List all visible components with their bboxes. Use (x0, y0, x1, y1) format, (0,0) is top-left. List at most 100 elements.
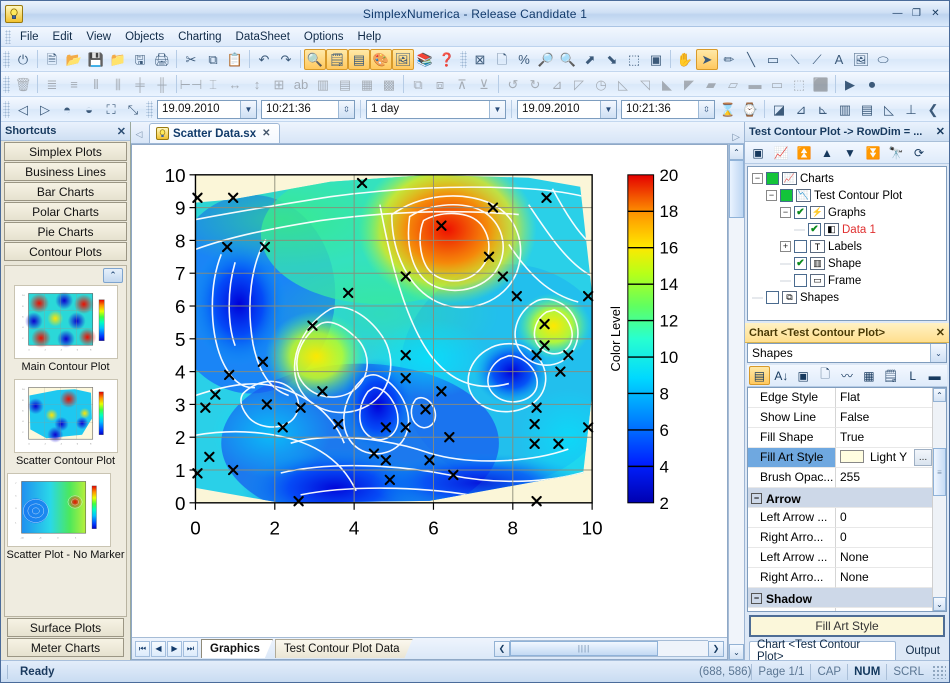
shortcut-meter-charts[interactable]: Meter Charts (7, 638, 124, 657)
property-editor-button[interactable]: ... (914, 449, 932, 466)
vscroll-track[interactable] (729, 160, 744, 644)
menu-objects[interactable]: Objects (118, 29, 171, 45)
property-selector-chevron-down-icon[interactable]: ⌄ (930, 344, 946, 362)
sheet-first-icon[interactable]: ⏮ (135, 640, 150, 657)
tree-node-frame[interactable]: ▭ Frame (750, 272, 944, 289)
power-icon[interactable]: ⏻ (12, 49, 34, 70)
pan-hand-icon[interactable]: ✋ (674, 49, 696, 70)
property-value[interactable]: False (836, 408, 932, 428)
menu-edit[interactable]: Edit (46, 29, 80, 45)
tree-node-shapes[interactable]: ⧉ Shapes (750, 289, 944, 306)
redo-icon[interactable]: ↷ (275, 49, 297, 70)
sheet-last-icon[interactable]: ⏭ (183, 640, 198, 657)
property-value[interactable]: True (836, 428, 932, 448)
vscroll-thumb[interactable] (729, 160, 744, 218)
polyline-tool-icon[interactable]: ⟍ (784, 49, 806, 70)
maximize-button[interactable]: ❐ (908, 6, 925, 21)
vscroll-up-icon[interactable]: ⌃ (729, 144, 744, 160)
image-insert-icon[interactable]: 🖼 (850, 49, 872, 70)
document-tab-scatter-data[interactable]: Scatter Data.sx ✕ (149, 123, 280, 143)
end-date-field[interactable]: 19.09.2010 ▼ (517, 99, 617, 119)
play-icon[interactable]: ▶ (839, 74, 861, 95)
property-scroll-thumb[interactable]: ≡ (933, 448, 946, 496)
zoom-time-icon[interactable]: ⌛ (717, 99, 739, 120)
tree-node-labels[interactable]: + T Labels (750, 238, 944, 255)
toolbar-grip-3b[interactable] (146, 100, 153, 118)
tree-panel-close-icon[interactable]: ✕ (936, 125, 945, 138)
property-row-right-arro[interactable]: Right Arro... None (748, 568, 932, 588)
thumbnail-scatter-no-marker[interactable]: 7531 -10 -5 0 5 Scatter Plot - No Marker (6, 473, 124, 565)
zoom-fit-icon[interactable]: ▣ (747, 143, 769, 162)
new-document-icon[interactable]: 🗎 (41, 49, 63, 70)
toolbar-grip-1b[interactable] (460, 50, 467, 68)
copy-icon[interactable]: ⧉ (202, 49, 224, 70)
axis-3d-icon[interactable]: ◪ (768, 99, 790, 120)
paste-icon[interactable]: 📋 (224, 49, 246, 70)
minimize-button[interactable]: — (889, 6, 906, 21)
image-icon[interactable]: 🖼 (392, 48, 414, 70)
toolbar-grip-3a[interactable] (3, 100, 10, 118)
tree-checkbox[interactable]: ✔ (794, 206, 807, 219)
tree-checkbox[interactable] (766, 291, 779, 304)
property-grid[interactable]: Edge Style Flat Show Line False Fill Shape Tr… (747, 387, 947, 612)
menu-options[interactable]: Options (297, 29, 351, 45)
start-date-dropdown-icon[interactable]: ▼ (240, 100, 256, 118)
sheet-tab-graphics[interactable]: Graphics (201, 639, 273, 658)
open-folder-icon[interactable]: 📂 (63, 49, 85, 70)
property-row-fill-art-style[interactable]: Fill Art Style Light Y... (748, 448, 932, 468)
hscroll-left-icon[interactable]: ❮ (494, 640, 510, 657)
layers-icon[interactable]: 📚 (414, 49, 436, 70)
tree-expander-icon[interactable]: − (766, 190, 777, 201)
arrow-select-icon[interactable]: ➤ (696, 48, 718, 70)
shortcut-polar-charts[interactable]: Polar Charts (4, 202, 127, 221)
tree-node-data-1[interactable]: ✔ ◧ Data 1 (750, 221, 944, 238)
percent-zoom-icon[interactable]: % (513, 49, 535, 70)
fit-page-icon[interactable]: ▣ (645, 49, 667, 70)
help-icon[interactable]: ❓ (436, 49, 458, 70)
errorbar-icon[interactable]: ⊥ (900, 99, 922, 120)
expand-down-icon[interactable]: ◒ (78, 99, 100, 120)
property-value[interactable]: None (836, 548, 932, 568)
property-grid-scrollbar[interactable]: ⌃ ≡ ⌄ (932, 388, 946, 611)
properties-icon[interactable]: 🗒 (326, 48, 348, 70)
sheet-next-icon[interactable]: ▶ (167, 640, 182, 657)
tab-scroll-left-icon[interactable]: ◁ (133, 125, 145, 143)
add-point-icon[interactable]: ⬈ (579, 49, 601, 70)
select-all-icon[interactable]: ⊠ (469, 49, 491, 70)
end-date-dropdown-icon[interactable]: ▼ (600, 100, 616, 118)
hscroll-track[interactable]: |||| (510, 640, 708, 657)
legend-icon[interactable]: L (902, 366, 923, 385)
end-time-field[interactable]: 10:21:36 ⇳ (621, 99, 715, 119)
property-scroll-track[interactable]: ≡ (933, 402, 946, 597)
toolbar-grip-1a[interactable] (3, 50, 10, 68)
move-top-icon[interactable]: ⏫ (793, 143, 815, 162)
tree-node-graphs[interactable]: − ✔ ⚡ Graphs (750, 204, 944, 221)
settings-icon[interactable]: 🗒 (880, 366, 901, 385)
start-date-field[interactable]: 19.09.2010 ▼ (157, 99, 257, 119)
bar-right-icon[interactable]: ▤ (856, 99, 878, 120)
curve-icon[interactable]: 〰 (837, 366, 858, 385)
refresh-icon[interactable]: ⟳ (908, 143, 930, 162)
zoom-in-icon[interactable]: 🔎 (535, 49, 557, 70)
cylinder-shape-icon[interactable]: ⬭ (872, 49, 894, 70)
menu-view[interactable]: View (79, 29, 118, 45)
shortcut-bar-charts[interactable]: Bar Charts (4, 182, 127, 201)
save-icon[interactable]: 💾 (85, 49, 107, 70)
area-icon[interactable]: ◺ (878, 99, 900, 120)
interval-dropdown-icon[interactable]: ▼ (489, 100, 505, 118)
collapse-icon[interactable]: ⤡ (122, 99, 144, 120)
menu-datasheet[interactable]: DataSheet (229, 29, 297, 45)
property-object-selector[interactable]: Shapes ⌄ (747, 343, 947, 363)
tab-output[interactable]: Output (898, 641, 947, 660)
axis-y-icon[interactable]: ⊾ (812, 99, 834, 120)
tree-node-shape[interactable]: ✔ ▥ Shape (750, 255, 944, 272)
category-expander-icon[interactable]: − (751, 493, 762, 504)
property-row-right-arro[interactable]: Right Arro... 0 (748, 528, 932, 548)
menu-grip[interactable] (5, 29, 11, 44)
tree-node-test-contour-plot[interactable]: − 📉 Test Contour Plot (750, 187, 944, 204)
sheet-prev-icon[interactable]: ◀ (151, 640, 166, 657)
fill-color-icon[interactable]: 🎨 (370, 48, 392, 70)
expand-up-icon[interactable]: ◓ (56, 99, 78, 120)
property-scroll-up-icon[interactable]: ⌃ (933, 388, 946, 402)
move-up-icon[interactable]: ▲ (816, 143, 838, 162)
